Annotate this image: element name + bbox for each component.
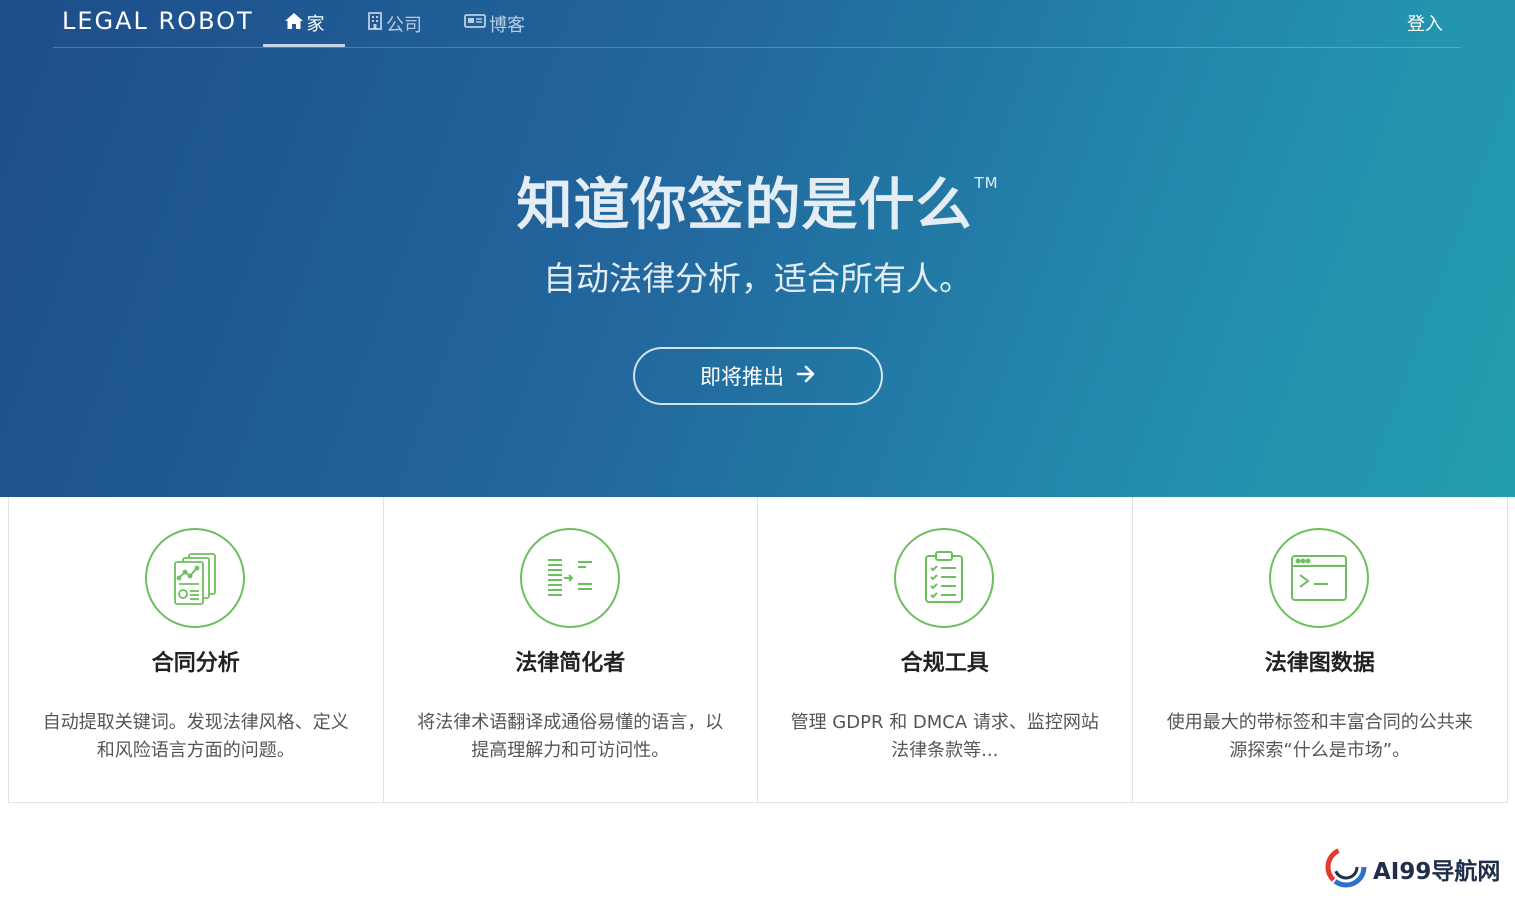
feature-description: 自动提取关键词。发现法律风格、定义和风险语言方面的问题。 — [42, 712, 349, 761]
feature-card-contract-analysis[interactable]: 合同分析 自动提取关键词。发现法律风格、定义和风险语言方面的问题。 — [9, 497, 384, 802]
building-icon — [367, 12, 386, 35]
hero-subheadline: 自动法律分析，适合所有人。 — [543, 259, 972, 298]
nav-item-blog[interactable]: 博客 — [464, 0, 525, 47]
feature-title: 合同分析 — [151, 651, 240, 676]
nav-item-label: 公司 — [386, 14, 422, 36]
headline-text: 知道你签的是什么 — [516, 173, 973, 238]
feature-description: 将法律术语翻译成通俗易懂的语言，以提高理解力和可访问性。 — [417, 712, 724, 761]
feature-description: 管理 GDPR 和 DMCA 请求、监控网站法律条款等... — [790, 712, 1099, 761]
feature-card-legal-simplifier[interactable]: 法律简化者 将法律术语翻译成通俗易懂的语言，以提高理解力和可访问性。 — [384, 497, 758, 802]
feature-card-compliance[interactable]: 合规工具 管理 GDPR 和 DMCA 请求、监控网站法律条款等... — [758, 497, 1133, 802]
features-row: 合同分析 自动提取关键词。发现法律风格、定义和风险语言方面的问题。 法律简化者 … — [8, 497, 1508, 803]
nav-item-label: 博客 — [489, 14, 525, 36]
nav-item-label: 家 — [306, 14, 325, 35]
home-icon — [284, 12, 307, 35]
login-link[interactable]: 登入 — [1407, 10, 1443, 36]
nav-item-company[interactable]: 公司 — [367, 0, 422, 47]
compliance-checklist-icon — [894, 528, 994, 628]
arrow-right-icon — [784, 364, 816, 388]
contract-analysis-icon — [145, 528, 245, 628]
feature-description: 使用最大的带标签和丰富合同的公共来源探索“什么是市场”。 — [1166, 712, 1473, 761]
nav-item-home[interactable]: 家 — [263, 0, 345, 47]
watermark: AI99导航网 — [1325, 846, 1505, 892]
brand-logo[interactable]: LEGAL ROBOT — [62, 6, 254, 36]
trademark-mark: TM — [974, 174, 999, 192]
coming-soon-button[interactable]: 即将推出 — [633, 347, 883, 405]
terminal-window-icon — [1268, 528, 1369, 628]
watermark-text: AI99导航网 — [1373, 859, 1501, 885]
ai99-logo-icon — [1325, 846, 1367, 892]
feature-card-legal-graph[interactable]: 法律图数据 使用最大的带标签和丰富合同的公共来源探索“什么是市场”。 — [1133, 497, 1508, 802]
top-navbar: LEGAL ROBOT 家 公司 博客 登入 — [53, 0, 1461, 48]
feature-title: 法律简化者 — [515, 651, 626, 676]
legal-simplifier-icon — [519, 528, 620, 628]
cta-label: 即将推出 — [700, 365, 784, 389]
feature-title: 合规工具 — [900, 651, 989, 676]
hero-section: LEGAL ROBOT 家 公司 博客 登入 知道你签的是什么 TM 自动法律分析… — [0, 0, 1515, 497]
newspaper-icon — [464, 13, 489, 34]
hero-headline: 知道你签的是什么 TM — [0, 160, 1515, 241]
feature-title: 法律图数据 — [1264, 651, 1375, 676]
